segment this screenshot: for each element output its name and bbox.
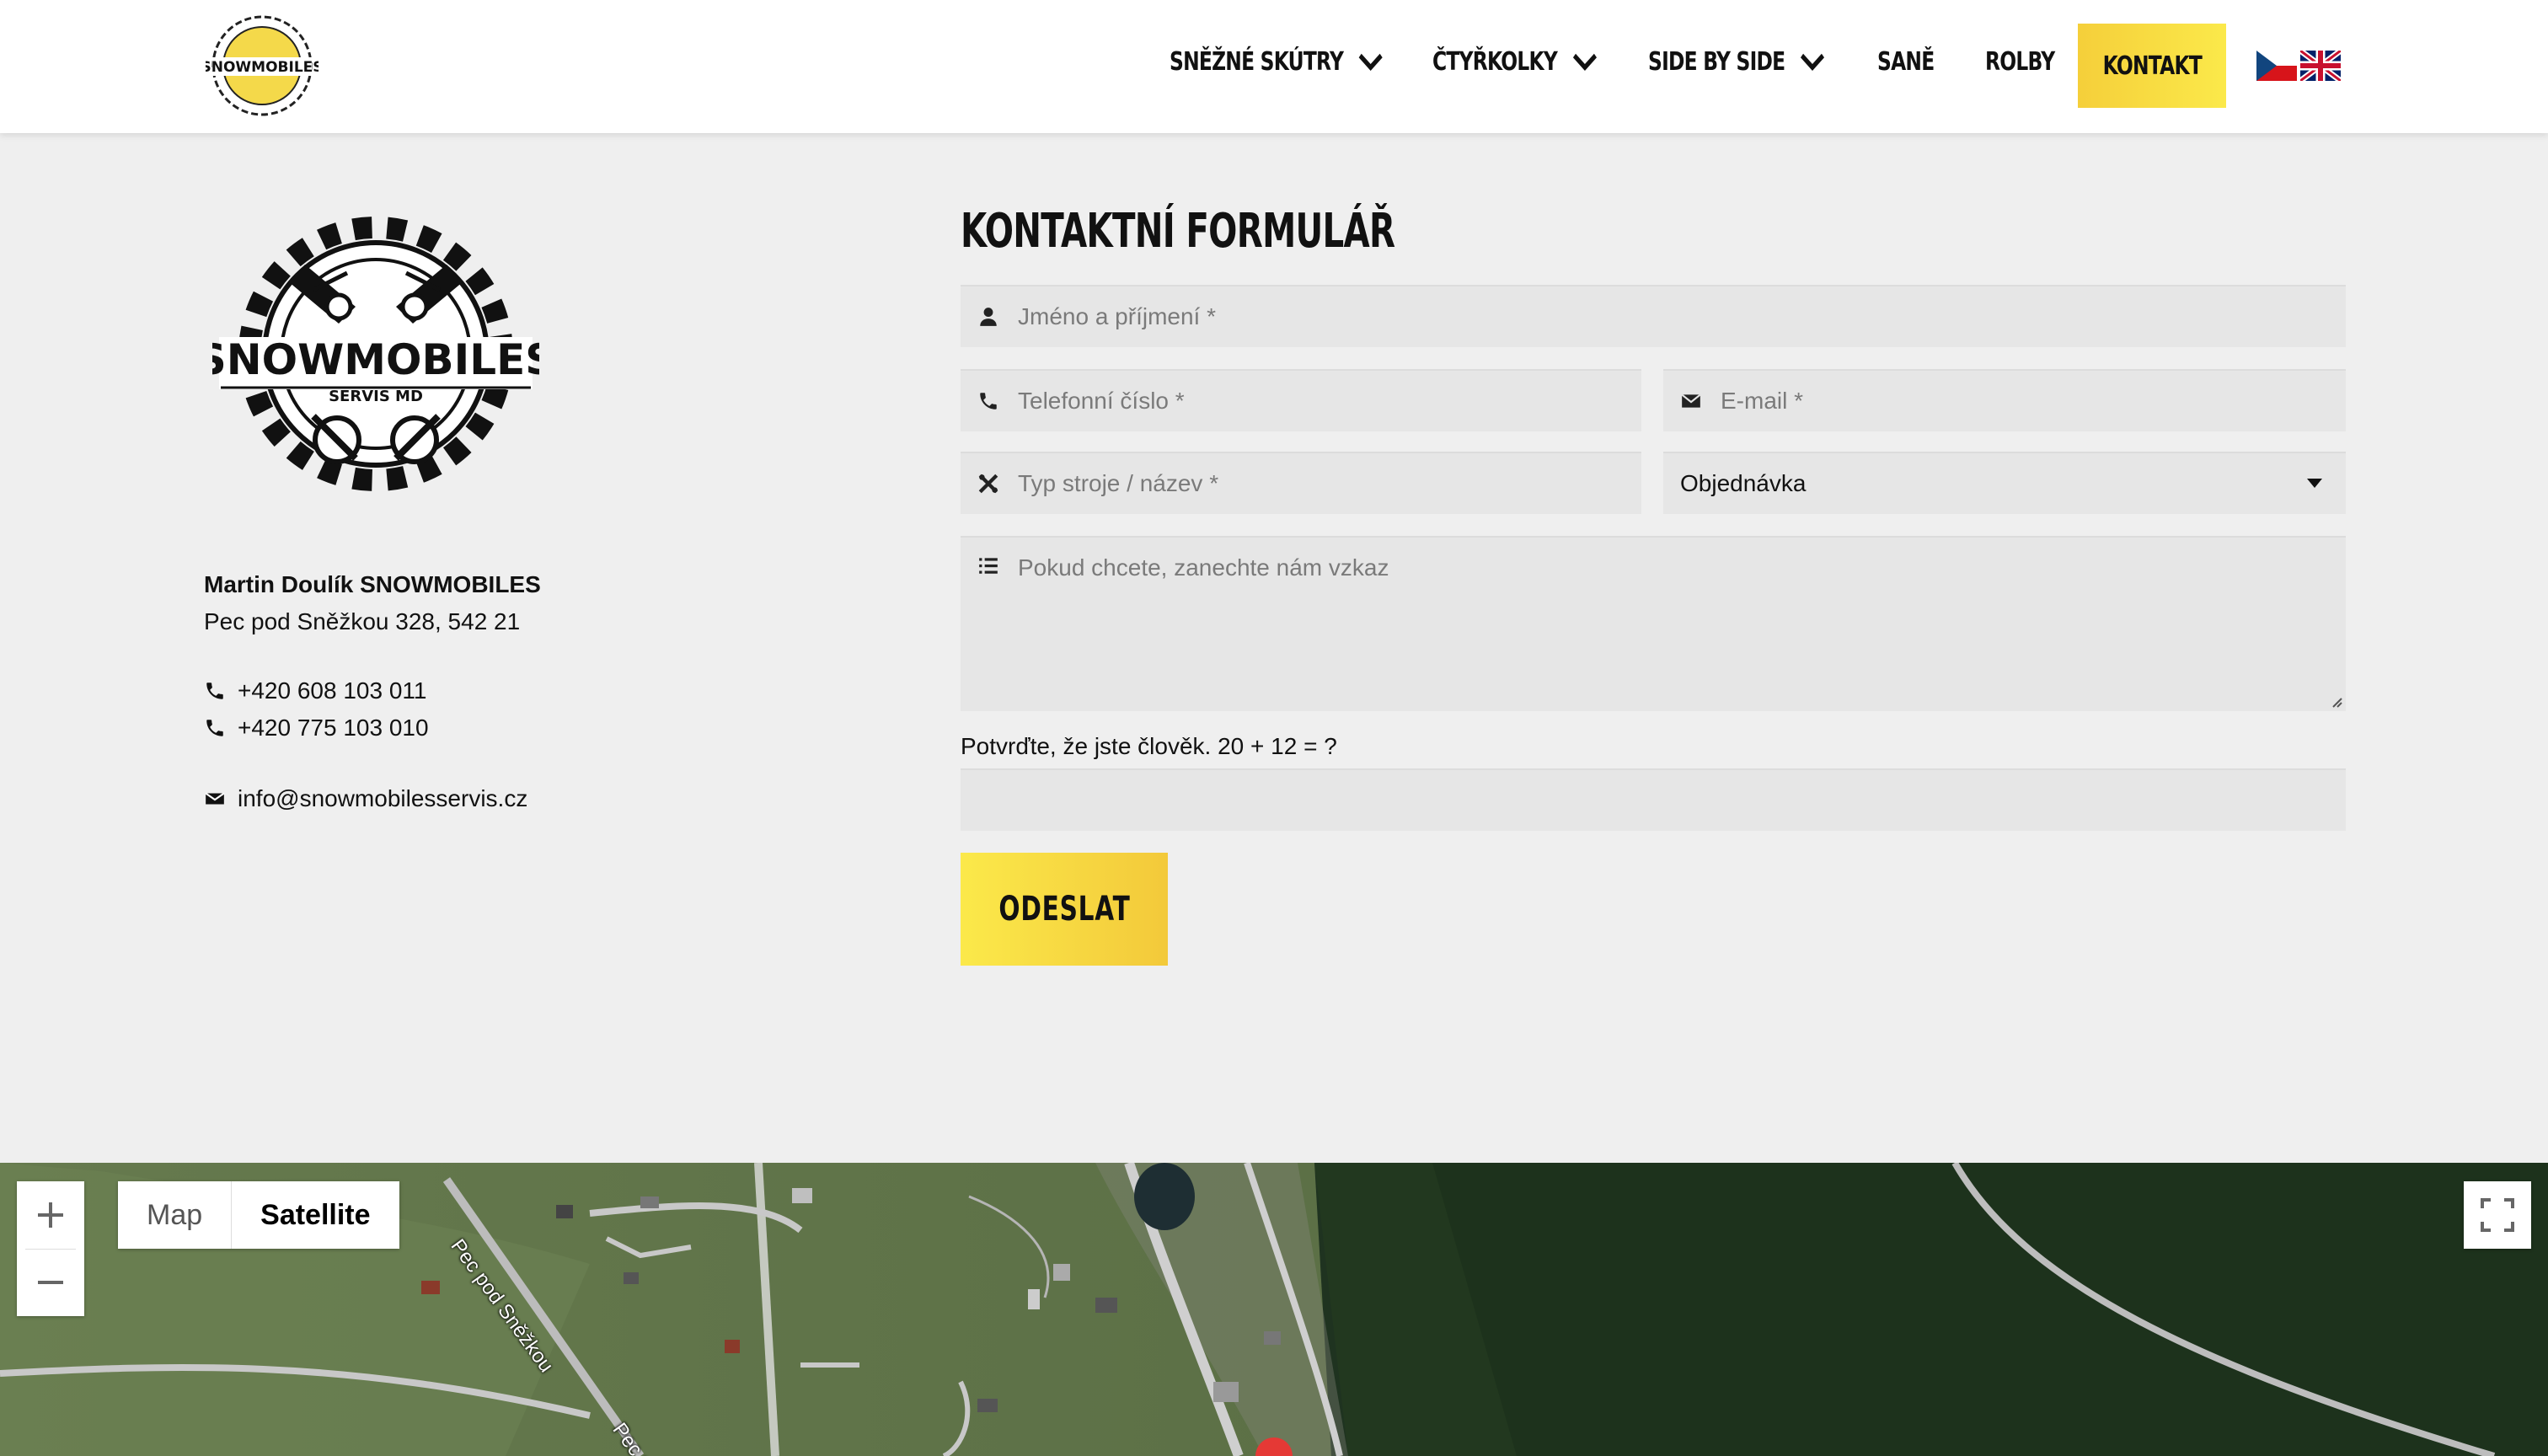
map-zoom-controls (17, 1181, 84, 1316)
machine-type-placeholder: Typ stroje / název * (1018, 470, 1219, 496)
nav-ctyrkolky-label: ČTYŘKOLKY (1432, 47, 1558, 77)
nav-rolby-label: ROLBY (1985, 47, 2055, 77)
fullscreen-icon (2481, 1198, 2514, 1232)
nav-sane[interactable]: SANĚ (1877, 47, 1935, 77)
email-line[interactable]: info@snowmobilesservis.cz (204, 785, 527, 812)
map-type-control: Map Satellite (118, 1181, 399, 1249)
list-icon (979, 558, 998, 574)
map-type-map-button[interactable]: Map (118, 1181, 231, 1249)
name-placeholder: Jméno a příjmení * (1018, 303, 1216, 329)
resize-handle-icon[interactable] (2329, 694, 2342, 708)
machine-type-field[interactable]: Typ stroje / název * (961, 452, 1641, 514)
request-type-value: Objednávka (1680, 470, 1807, 496)
site-header: SNOWMOBILES SNĚŽNÉ SKÚTRY ČTYŘKOLKY SIDE… (0, 0, 2548, 133)
phone-field[interactable]: Telefonní číslo * (961, 369, 1641, 431)
message-placeholder: Pokud chcete, zanechte nám vzkaz (1018, 554, 1389, 581)
phone-icon (980, 393, 997, 410)
phone-line-2[interactable]: +420 775 103 010 (204, 715, 429, 741)
nav-rolby[interactable]: ROLBY (1985, 47, 2055, 77)
header-logo[interactable]: SNOWMOBILES (206, 15, 318, 116)
email-address: info@snowmobilesservis.cz (238, 785, 528, 811)
phone-number-1: +420 608 103 011 (238, 677, 427, 704)
company-name: Martin Doulík SNOWMOBILES (204, 571, 541, 597)
nav-side-by-side-label: SIDE BY SIDE (1648, 47, 1785, 77)
nav-kontakt-label: KONTAKT (2102, 51, 2202, 81)
envelope-icon (205, 792, 225, 805)
nav-sane-label: SANĚ (1877, 47, 1935, 77)
tools-icon (978, 474, 998, 494)
form-title: KONTAKTNÍ FORMULÁŘ (961, 204, 1395, 259)
email-field[interactable]: E-mail * (1663, 369, 2346, 431)
name-field[interactable]: Jméno a příjmení * (961, 285, 2346, 347)
request-type-select[interactable]: Objednávka (1663, 452, 2346, 514)
email-placeholder: E-mail * (1721, 388, 1804, 414)
company-address: Pec pod Sněžkou 328, 542 21 (204, 608, 521, 634)
caret-down-icon (2307, 479, 2322, 488)
captcha-input[interactable] (961, 768, 2346, 831)
minus-icon (38, 1281, 63, 1284)
captcha-label: Potvrďte, že jste člověk. 20 + 12 = ? (961, 733, 1337, 759)
phone-placeholder: Telefonní číslo * (1018, 388, 1185, 414)
phone-icon (206, 720, 223, 736)
logo-subtext: SERVIS MD (329, 388, 423, 405)
chevron-down-icon (1358, 53, 1383, 71)
phone-line-1[interactable]: +420 608 103 011 (204, 677, 426, 704)
zoom-out-button[interactable] (17, 1249, 84, 1316)
cz-flag-icon[interactable] (2256, 51, 2297, 81)
message-textarea[interactable]: Pokud chcete, zanechte nám vzkaz (961, 536, 2346, 711)
map-type-satellite-button[interactable]: Satellite (231, 1181, 399, 1249)
nav-snezne-skutry-label: SNĚŽNÉ SKÚTRY (1170, 47, 1344, 77)
chevron-down-icon (1801, 53, 1825, 71)
envelope-icon (1681, 393, 1701, 408)
zoom-in-button[interactable] (17, 1181, 84, 1249)
phone-number-2: +420 775 103 010 (238, 715, 429, 741)
logo-text: SNOWMOBILES (212, 335, 539, 384)
user-icon (980, 308, 997, 326)
phone-icon (206, 682, 223, 699)
nav-side-by-side[interactable]: SIDE BY SIDE (1648, 47, 1826, 77)
uk-flag-icon[interactable] (2300, 51, 2341, 81)
nav-snezne-skutry[interactable]: SNĚŽNÉ SKÚTRY (1170, 47, 1384, 77)
submit-button[interactable]: ODESLAT (961, 853, 1168, 966)
header-logo-text: SNOWMOBILES (206, 59, 318, 76)
snowmobiles-logo: SNOWMOBILES SERVIS MD (212, 217, 539, 491)
plus-icon (38, 1202, 63, 1228)
fullscreen-button[interactable] (2464, 1181, 2531, 1249)
submit-label: ODESLAT (998, 890, 1131, 929)
nav-ctyrkolky[interactable]: ČTYŘKOLKY (1432, 47, 1598, 77)
chevron-down-icon (1572, 53, 1597, 71)
nav-kontakt[interactable]: KONTAKT (2078, 24, 2226, 108)
